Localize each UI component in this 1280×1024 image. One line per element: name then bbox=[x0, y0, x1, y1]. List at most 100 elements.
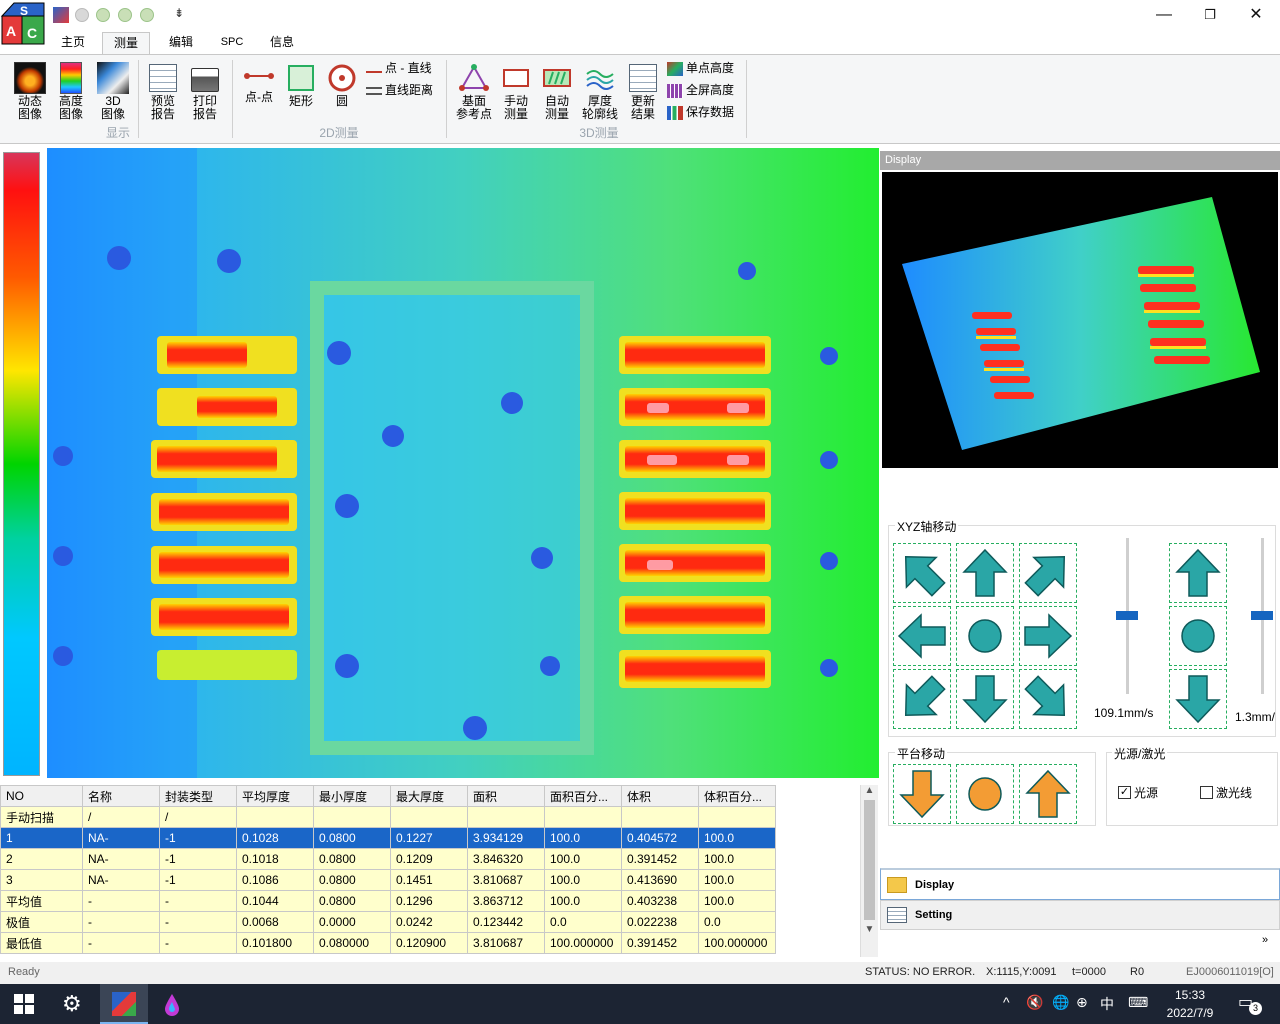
taskbar-app-sac[interactable] bbox=[100, 984, 148, 1024]
base-ref-point-button[interactable]: 基面 参考点 bbox=[452, 62, 496, 121]
scroll-down-icon[interactable]: ▼ bbox=[861, 924, 878, 935]
restore-button[interactable]: ❐ bbox=[1187, 0, 1233, 30]
light-checkbox[interactable]: ✓ 光源 bbox=[1118, 784, 1158, 801]
single-point-height-button[interactable]: 单点高度 bbox=[667, 58, 734, 78]
quick-access-icon[interactable] bbox=[53, 7, 69, 23]
arrow-down-right-icon[interactable] bbox=[1019, 669, 1077, 729]
ime-mode-icon[interactable]: ⊕ bbox=[1076, 994, 1088, 1011]
column-header[interactable]: NO bbox=[0, 785, 83, 807]
arrow-down-icon[interactable] bbox=[956, 669, 1014, 729]
table-cell: -1 bbox=[159, 869, 237, 891]
z-down-icon[interactable] bbox=[1169, 669, 1227, 729]
column-header[interactable]: 面积 bbox=[467, 785, 545, 807]
scroll-up-icon[interactable]: ▲ bbox=[861, 785, 878, 796]
thickness-contour-button[interactable]: 厚度 轮廓线 bbox=[578, 62, 622, 121]
notification-icon[interactable]: ▭ 3 bbox=[1238, 992, 1262, 1016]
tab-home[interactable]: 主页 bbox=[50, 32, 96, 54]
z-speed-slider-thumb[interactable] bbox=[1251, 611, 1273, 620]
table-cell: 0.1044 bbox=[236, 890, 314, 912]
tab-spc[interactable]: SPC bbox=[210, 32, 254, 54]
arrow-up-right-icon[interactable] bbox=[1019, 543, 1077, 603]
platform-move-title: 平台移动 bbox=[895, 745, 948, 762]
tab-info[interactable]: 信息 bbox=[260, 32, 304, 54]
network-globe-icon[interactable]: 🌐 bbox=[1052, 994, 1069, 1011]
tray-chevron-icon[interactable]: ^ bbox=[1003, 994, 1010, 1010]
height-map-view[interactable] bbox=[47, 148, 879, 778]
auto-measure-button[interactable]: 自动 测量 bbox=[538, 62, 576, 121]
group-label-2d-measure: 2D测量 bbox=[319, 126, 359, 140]
xy-speed-slider-thumb[interactable] bbox=[1116, 611, 1138, 620]
quick-access-green-icon[interactable] bbox=[96, 8, 110, 22]
preview-report-button[interactable]: 预览 报告 bbox=[144, 62, 182, 121]
tab-measure[interactable]: 测量 bbox=[102, 32, 150, 54]
3d-image-button[interactable]: 3D 图像 bbox=[94, 62, 132, 121]
quick-access-green-icon[interactable] bbox=[140, 8, 154, 22]
platform-up-icon[interactable] bbox=[1019, 764, 1077, 824]
stop-circle-icon[interactable] bbox=[956, 606, 1014, 666]
column-header[interactable]: 体积百分... bbox=[698, 785, 776, 807]
ime-language[interactable]: 中 bbox=[1100, 994, 1114, 1014]
column-header[interactable]: 最小厚度 bbox=[313, 785, 391, 807]
dynamic-image-icon bbox=[14, 62, 46, 94]
z-stop-icon[interactable] bbox=[1169, 606, 1227, 666]
column-header[interactable]: 面积百分... bbox=[544, 785, 622, 807]
arrow-up-icon[interactable] bbox=[956, 543, 1014, 603]
column-header[interactable]: 最大厚度 bbox=[390, 785, 468, 807]
platform-down-icon[interactable] bbox=[893, 764, 951, 824]
nav-setting[interactable]: Setting bbox=[880, 900, 1280, 930]
nav-expand-icon[interactable]: » bbox=[1262, 934, 1268, 946]
rectangle-button[interactable]: 矩形 bbox=[282, 62, 320, 108]
column-header[interactable]: 平均厚度 bbox=[236, 785, 314, 807]
save-data-button[interactable]: 保存数据 bbox=[667, 102, 734, 122]
status-r: R0 bbox=[1130, 966, 1145, 978]
full-screen-height-button[interactable]: 全屏高度 bbox=[667, 80, 734, 100]
volume-muted-icon[interactable]: 🔇 bbox=[1026, 994, 1043, 1011]
quick-access-customize[interactable]: ⇟ bbox=[174, 6, 184, 20]
table-cell bbox=[467, 806, 545, 828]
point-point-button[interactable]: 点-点 bbox=[240, 62, 278, 104]
table-row[interactable]: 手动扫描 / / bbox=[0, 806, 776, 828]
table-row[interactable]: 1 NA- -1 0.1028 0.0800 0.1227 3.934129 100.0 0.4… bbox=[0, 827, 776, 849]
table-row[interactable]: 极值 - -0.0068 0.0000 0.0242 0.123442 0.0 0.02223… bbox=[0, 911, 776, 933]
platform-stop-icon[interactable] bbox=[956, 764, 1014, 824]
line-distance-button[interactable]: 直线距离 bbox=[366, 80, 433, 100]
laser-checkbox[interactable]: 激光线 bbox=[1200, 784, 1252, 801]
table-row[interactable]: 平均值 - -0.1044 0.0800 0.1296 3.863712 100.0 0.40… bbox=[0, 890, 776, 912]
scrollbar-thumb[interactable] bbox=[864, 800, 875, 920]
table-cell: 0.413690 bbox=[621, 869, 699, 891]
table-scrollbar[interactable]: ▲ ▼ bbox=[860, 785, 878, 957]
dynamic-ref-image-button[interactable]: 动态 图像 bbox=[10, 62, 50, 121]
arrow-up-left-icon[interactable] bbox=[893, 543, 951, 603]
table-cell: - bbox=[82, 911, 160, 933]
arrow-down-left-icon[interactable] bbox=[893, 669, 951, 729]
nav-display[interactable]: Display bbox=[880, 868, 1280, 900]
minimize-button[interactable]: — bbox=[1141, 0, 1187, 30]
windows-start-icon[interactable] bbox=[14, 994, 34, 1014]
update-result-button[interactable]: 更新 结果 bbox=[624, 62, 662, 121]
table-row[interactable]: 2 NA- -1 0.1018 0.0800 0.1209 3.846320 100.0 0.3… bbox=[0, 848, 776, 870]
arrow-left-icon[interactable] bbox=[893, 606, 951, 666]
keyboard-icon[interactable]: ⌨ bbox=[1128, 994, 1148, 1011]
cube-icon bbox=[667, 61, 683, 76]
table-row[interactable]: 3 NA- -1 0.1086 0.0800 0.1451 3.810687 100.0 0.4… bbox=[0, 869, 776, 891]
manual-measure-button[interactable]: 手动 测量 bbox=[498, 62, 534, 121]
circle-button[interactable]: 圆 bbox=[324, 62, 360, 108]
column-header[interactable]: 封装类型 bbox=[159, 785, 237, 807]
arrow-right-icon[interactable] bbox=[1019, 606, 1077, 666]
point-line-button[interactable]: 点 - 直线 bbox=[366, 58, 432, 78]
table-cell: 3.846320 bbox=[467, 848, 545, 870]
tab-edit[interactable]: 编辑 bbox=[158, 32, 204, 54]
taskbar-app-drop[interactable] bbox=[162, 992, 182, 1016]
table-row[interactable]: 最低值 - -0.101800 0.080000 0.120900 3.810687 100… bbox=[0, 932, 776, 954]
3d-preview-view[interactable] bbox=[882, 172, 1278, 468]
settings-gear-icon[interactable]: ⚙ bbox=[62, 992, 82, 1016]
quick-access-green-icon[interactable] bbox=[118, 8, 132, 22]
close-button[interactable]: ✕ bbox=[1233, 0, 1279, 30]
clock[interactable]: 15:33 2022/7/9 bbox=[1160, 988, 1220, 1020]
column-header[interactable]: 名称 bbox=[82, 785, 160, 807]
z-up-icon[interactable] bbox=[1169, 543, 1227, 603]
column-header[interactable]: 体积 bbox=[621, 785, 699, 807]
table-cell bbox=[390, 806, 468, 828]
height-image-button[interactable]: 高度 图像 bbox=[52, 62, 90, 121]
print-report-button[interactable]: 打印 报告 bbox=[186, 62, 224, 121]
